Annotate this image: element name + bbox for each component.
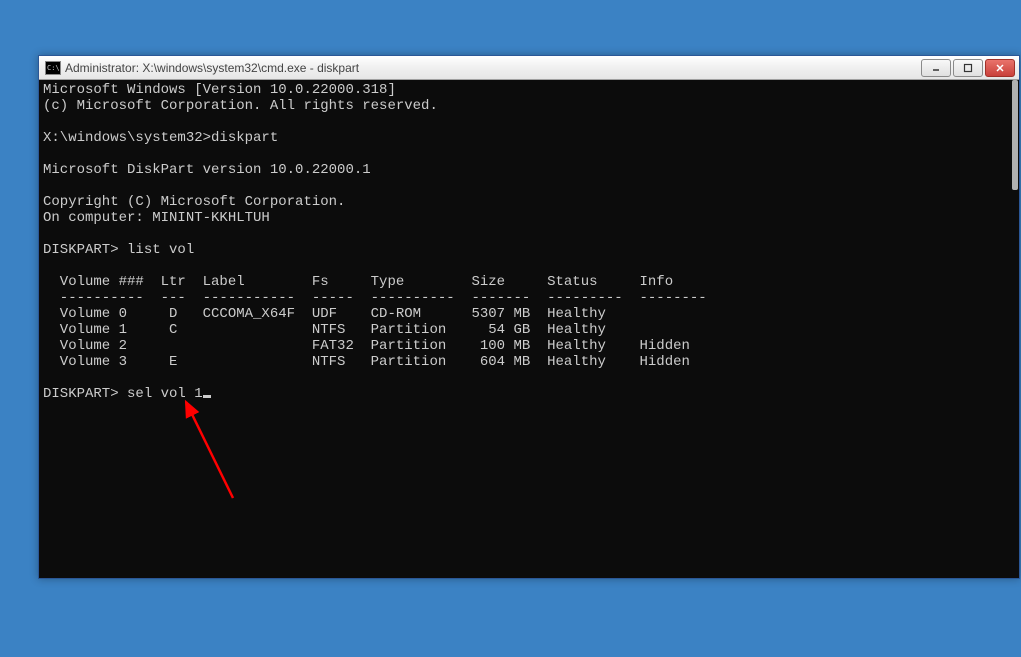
prompt-listvol: DISKPART> list vol bbox=[43, 242, 194, 258]
volume-table-header: Volume ### Ltr Label Fs Type Size Status… bbox=[43, 274, 673, 290]
scrollbar-thumb[interactable] bbox=[1012, 80, 1018, 190]
titlebar[interactable]: C:\ Administrator: X:\windows\system32\c… bbox=[39, 56, 1019, 80]
cursor bbox=[203, 395, 211, 398]
cmd-window: C:\ Administrator: X:\windows\system32\c… bbox=[38, 55, 1020, 579]
terminal-output[interactable]: Microsoft Windows [Version 10.0.22000.31… bbox=[39, 80, 1019, 578]
close-button[interactable] bbox=[985, 59, 1015, 77]
copyright-line: (c) Microsoft Corporation. All rights re… bbox=[43, 98, 438, 114]
volume-row-3: Volume 3 E NTFS Partition 604 MB Healthy… bbox=[43, 354, 690, 370]
volume-row-2: Volume 2 FAT32 Partition 100 MB Healthy … bbox=[43, 338, 690, 354]
computer-name: On computer: MININT-KKHLTUH bbox=[43, 210, 270, 226]
cmd-icon: C:\ bbox=[45, 61, 61, 75]
volume-row-1: Volume 1 C NTFS Partition 54 GB Healthy bbox=[43, 322, 606, 338]
os-version-line: Microsoft Windows [Version 10.0.22000.31… bbox=[43, 82, 396, 98]
volume-table-divider: ---------- --- ----------- ----- -------… bbox=[43, 290, 707, 306]
prompt-selvol-input: sel vol 1 bbox=[127, 386, 203, 402]
minimize-button[interactable] bbox=[921, 59, 951, 77]
scrollbar[interactable] bbox=[1003, 80, 1019, 578]
volume-row-0: Volume 0 D CCCOMA_X64F UDF CD-ROM 5307 M… bbox=[43, 306, 606, 322]
prompt-selvol-prefix: DISKPART> bbox=[43, 386, 127, 402]
maximize-button[interactable] bbox=[953, 59, 983, 77]
prompt-diskpart: X:\windows\system32>diskpart bbox=[43, 130, 278, 146]
diskpart-version: Microsoft DiskPart version 10.0.22000.1 bbox=[43, 162, 371, 178]
window-controls bbox=[921, 59, 1015, 77]
window-title: Administrator: X:\windows\system32\cmd.e… bbox=[65, 61, 921, 75]
diskpart-copyright: Copyright (C) Microsoft Corporation. bbox=[43, 194, 345, 210]
